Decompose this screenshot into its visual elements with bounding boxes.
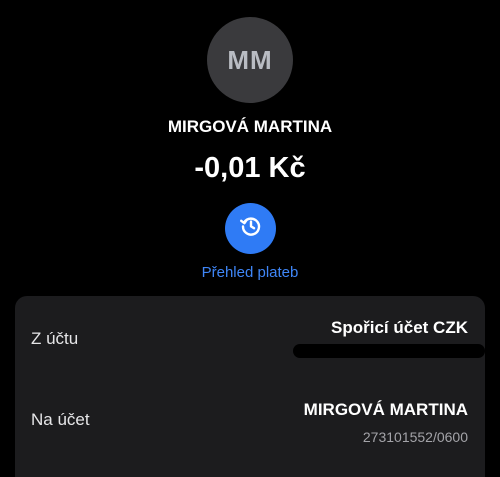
payment-history-button[interactable] — [225, 203, 276, 254]
transaction-details-card: Z účtu Spořicí účet CZK Na účet MIRGOVÁ … — [15, 296, 485, 477]
to-account-label: Na účet — [31, 410, 90, 429]
from-account-name: Spořicí účet CZK — [331, 318, 468, 337]
payment-history-link[interactable]: Přehled plateb — [0, 264, 500, 281]
redacted-account-number — [293, 344, 485, 358]
to-account-number: 273101552/0600 — [362, 429, 468, 445]
to-account-name: MIRGOVÁ MARTINA — [303, 400, 468, 419]
avatar: MM — [207, 17, 293, 103]
from-account-label: Z účtu — [31, 329, 79, 348]
transaction-amount: -0,01 Kč — [194, 152, 306, 184]
contact-name: MIRGOVÁ MARTINA — [167, 117, 333, 136]
transaction-detail-screen: MM MIRGOVÁ MARTINA -0,01 Kč Přehled plat… — [0, 0, 500, 477]
history-icon — [239, 214, 263, 243]
avatar-initials: MM — [227, 44, 273, 75]
